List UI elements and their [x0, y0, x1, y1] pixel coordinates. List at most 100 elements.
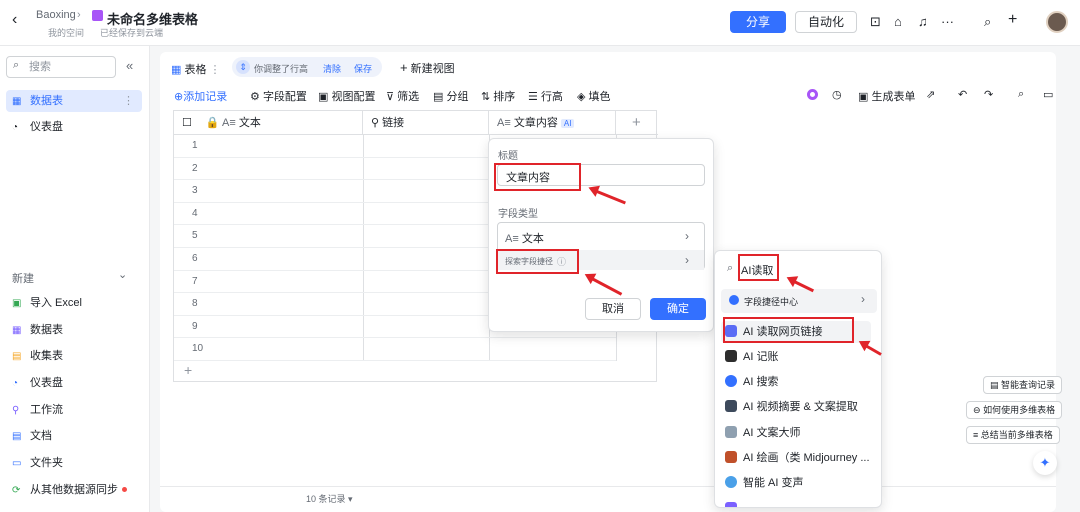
add-record-button[interactable]: ⊕添加记录	[174, 88, 227, 104]
record-count[interactable]: 10 条记录 ▾	[306, 492, 353, 505]
row-height-button[interactable]: ☰ 行高	[528, 88, 563, 104]
avatar[interactable]	[1046, 11, 1068, 33]
ai-sparkle-button[interactable]: ✦	[1033, 451, 1057, 475]
toolbar-label: 筛选	[397, 91, 420, 103]
collapse-icon[interactable]: «	[126, 58, 133, 73]
new-item-label: 仪表盘	[30, 377, 63, 389]
shortcut-item-ai-video[interactable]: AI 视频摘要 & 文案提取	[725, 396, 858, 418]
plugin-icon[interactable]: ⌂	[894, 14, 902, 29]
more-icon[interactable]: ···	[941, 14, 954, 29]
share-button[interactable]: 分享	[730, 11, 786, 33]
add-row-button[interactable]: +	[184, 362, 192, 378]
table-icon: ▦	[12, 325, 22, 336]
plus-icon[interactable]: +	[1008, 11, 1017, 29]
tab-label: 表格	[184, 64, 207, 76]
more-icon[interactable]: ⋮	[123, 90, 134, 112]
shortcut-search-popup: ⌕ AI读取 字段捷径中心 › AI 读取网页链接 AI 记账 AI 搜索 AI…	[714, 250, 882, 508]
shortcut-center-label: 字段捷径中心	[744, 297, 799, 307]
history-icon[interactable]: ◷	[832, 88, 842, 101]
cancel-button[interactable]: 取消	[585, 298, 641, 320]
summarize-label: 总结当前多维表格	[980, 430, 1053, 440]
more-icon[interactable]: ⋮	[210, 64, 221, 76]
sidebar-search-input[interactable]: 搜索	[6, 56, 116, 78]
shortcut-item-ai-search[interactable]: AI 搜索	[725, 371, 778, 393]
bookkeeping-icon	[725, 350, 737, 362]
undo-icon[interactable]: ↶	[958, 88, 967, 101]
bell-icon[interactable]: ♫	[918, 14, 928, 29]
column-header-text[interactable]: ☐ 🔒 A≡ 文本	[174, 111, 363, 135]
fill-button[interactable]: ◈ 填色	[577, 88, 611, 104]
table-row[interactable]: 10	[174, 338, 616, 361]
form-icon: ▤	[12, 351, 22, 362]
add-column-button[interactable]: +	[616, 111, 658, 135]
chevron-down-icon[interactable]: ⌄	[118, 268, 127, 281]
shortcut-item-ai-voice[interactable]: 智能 AI 变声	[725, 472, 804, 494]
comment-icon[interactable]: ▭	[1043, 88, 1053, 101]
gen-form-button[interactable]: ▣ 生成表单	[858, 88, 915, 104]
sort-button[interactable]: ⇅ 排序	[481, 88, 515, 104]
type-label: 字段类型	[498, 209, 538, 220]
type-value[interactable]: A≡ 文本	[505, 230, 544, 246]
plus-icon: +	[400, 60, 408, 75]
new-excel-item[interactable]: ▣ 导入 Excel	[6, 292, 142, 314]
link-icon: ⚲	[371, 117, 380, 129]
history-icon: ▤	[990, 380, 999, 390]
new-table-item[interactable]: ▦ 数据表	[6, 319, 142, 341]
share-view-icon[interactable]: ⇗	[926, 88, 935, 101]
sidebar-item-label: 数据表	[30, 95, 63, 107]
dashboard-icon: ◔	[12, 122, 19, 133]
shortcut-center-icon	[729, 295, 739, 305]
filter-button[interactable]: ⊽ 筛选	[386, 88, 419, 104]
column-header-article[interactable]: A≡ 文章内容 AI	[489, 111, 616, 135]
new-item-label: 导入 Excel	[30, 297, 82, 309]
redo-icon[interactable]: ↷	[984, 88, 993, 101]
how-to-use-button[interactable]: ⊖ 如何使用多维表格	[966, 401, 1063, 419]
column-header-link[interactable]: ⚲ 链接	[363, 111, 489, 135]
fill-icon: ◈	[577, 91, 586, 103]
star-icon[interactable]: ☆	[183, 9, 194, 23]
toolbar-label: 生成表单	[871, 91, 916, 103]
new-sync-item[interactable]: ⟳ 从其他数据源同步	[6, 479, 142, 501]
back-icon[interactable]: ‹	[12, 11, 17, 29]
new-section-label: 新建	[12, 273, 34, 285]
automation-label: 自动化	[807, 15, 844, 29]
find-icon[interactable]: ⌕	[1018, 88, 1024, 101]
summarize-button[interactable]: ≡ 总结当前多维表格	[966, 426, 1060, 444]
new-doc-item[interactable]: ▤ 文档	[6, 425, 142, 447]
title-label: 标题	[498, 151, 518, 162]
new-view-button[interactable]: + 新建视图	[400, 60, 455, 76]
ai-assistant-icon[interactable]	[807, 89, 818, 100]
smart-query-button[interactable]: ▤ 智能查询记录	[983, 376, 1063, 394]
new-workflow-item[interactable]: ⚲ 工作流	[6, 399, 142, 421]
clear-button[interactable]: 清除	[323, 62, 341, 75]
field-config-button[interactable]: ⚙ 字段配置	[250, 88, 307, 104]
tab-table[interactable]: ▦ 表格 ⋮	[171, 61, 221, 77]
shortcut-item-label: AI 记账	[743, 351, 779, 363]
sidebar-item-table[interactable]: ▦ 数据表 ⋮	[6, 90, 142, 112]
help-icon: ⊖	[973, 405, 981, 415]
shortcut-item-ai-painting[interactable]: AI 绘画（类 Midjourney ...	[725, 447, 870, 469]
add-record-label: 添加记录	[183, 91, 228, 103]
group-button[interactable]: ▤ 分组	[433, 88, 468, 104]
red-dot	[122, 487, 127, 492]
view-config-button[interactable]: ▣ 视图配置	[318, 88, 375, 104]
robot-icon[interactable]: ⊡	[870, 14, 881, 30]
new-folder-item[interactable]: ▭ 文件夹	[6, 452, 142, 474]
view-icon: ▣	[318, 91, 329, 103]
save-button[interactable]: 保存	[354, 62, 372, 75]
sidebar-item-dashboard[interactable]: ◔ 仪表盘	[6, 116, 142, 138]
filter-icon: ⊽	[386, 91, 395, 103]
shortcut-item-ai-bookkeeping[interactable]: AI 记账	[725, 346, 778, 368]
save-status: 已经保存到云端	[100, 28, 164, 38]
breadcrumb-parent[interactable]: Baoxing	[36, 9, 76, 21]
automation-button[interactable]: 自动化	[795, 11, 857, 33]
ai-badge: AI	[560, 119, 575, 128]
confirm-button[interactable]: 确定	[650, 298, 706, 320]
new-dashboard-item[interactable]: ◔ 仪表盘	[6, 372, 142, 394]
new-item-label: 从其他数据源同步	[30, 484, 118, 496]
new-form-item[interactable]: ▤ 收集表	[6, 345, 142, 367]
search-icon[interactable]: ⌕	[984, 14, 991, 30]
select-all-checkbox[interactable]: ☐	[182, 117, 192, 129]
shortcut-item-ai-copywriter[interactable]: AI 文案大师	[725, 422, 800, 444]
voice-icon	[725, 476, 737, 488]
